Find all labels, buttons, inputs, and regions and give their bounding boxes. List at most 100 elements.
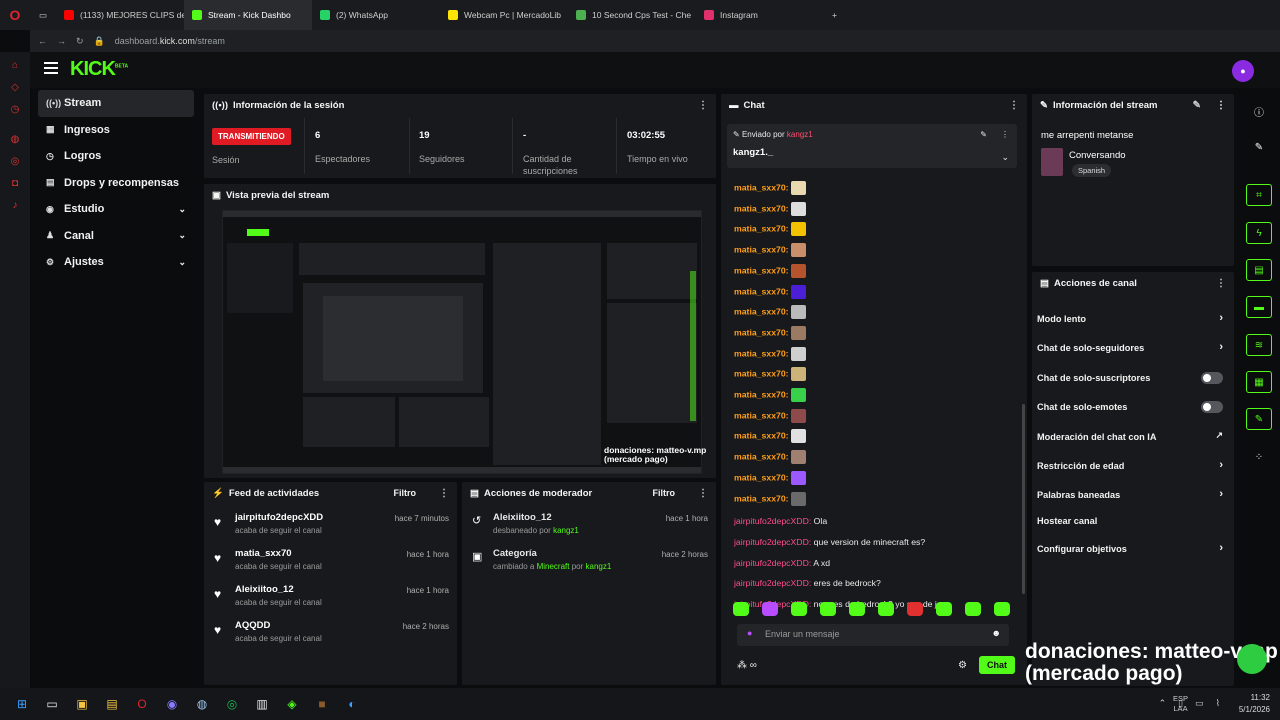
chat-username[interactable]: matia_sxx70:	[734, 244, 789, 254]
store-icon[interactable]: ▣	[68, 693, 96, 715]
tab-2[interactable]: (2) WhatsApp	[312, 0, 440, 30]
chat-username[interactable]: matia_sxx70:	[734, 348, 789, 358]
sidebar-item-stream[interactable]: ((•)) Stream	[38, 90, 194, 117]
more-icon[interactable]: ⋮	[1009, 100, 1019, 111]
bolt-icon[interactable]: ϟ	[1246, 222, 1272, 244]
chat-username[interactable]: matia_sxx70:	[734, 472, 789, 482]
sidebar-item-ajustes[interactable]: ⚙ Ajustes ⌄	[38, 249, 194, 276]
instagram-icon[interactable]: ◘	[0, 172, 30, 194]
pinned-message[interactable]: ✎ Enviado por kangz1 ✎ ⋮ kangz1._ ⌄	[727, 124, 1017, 168]
chat-message[interactable]: matia_sxx70:	[734, 367, 806, 382]
back-icon[interactable]: ←	[38, 36, 47, 46]
filter-button[interactable]: Filtro	[394, 488, 417, 498]
quick-emote-icon[interactable]	[849, 602, 865, 616]
quick-emote-icon[interactable]	[994, 602, 1010, 616]
obs-icon[interactable]: ◈	[278, 693, 306, 715]
quick-emote-icon[interactable]	[791, 602, 807, 616]
channel-action-4[interactable]: Moderación del chat con IA ↗	[1037, 430, 1227, 442]
chat-username[interactable]: matia_sxx70:	[734, 410, 789, 420]
home-icon[interactable]: ⌂	[0, 54, 30, 76]
sidebar-item-estudio[interactable]: ◉ Estudio ⌄	[38, 196, 194, 223]
quick-emote-icon[interactable]	[965, 602, 981, 616]
channel-action-0[interactable]: Modo lento ›	[1037, 312, 1227, 324]
chat-message[interactable]: jairpitufo2depcXDD: A xd	[734, 558, 830, 568]
quick-emote-icon[interactable]	[762, 602, 778, 616]
whatsapp-icon[interactable]: ◎	[0, 150, 30, 172]
chat-username[interactable]: matia_sxx70:	[734, 306, 789, 316]
tab-3[interactable]: Webcam Pc | MercadoLib	[440, 0, 568, 30]
chat-username[interactable]: jairpitufo2depcXDD:	[734, 558, 811, 568]
chat-message[interactable]: matia_sxx70:	[734, 305, 806, 320]
forward-icon[interactable]: →	[57, 36, 66, 46]
channel-action-6[interactable]: Palabras baneadas ›	[1037, 488, 1227, 500]
more-icon[interactable]: ⋮	[439, 488, 449, 499]
chat-message[interactable]: jairpitufo2depcXDD: Ola	[734, 516, 827, 526]
toggle-switch[interactable]	[1201, 371, 1223, 384]
channel-action-3[interactable]: Chat de solo-emotes	[1037, 401, 1227, 414]
history-icon[interactable]: ◷	[0, 98, 30, 120]
more-icon[interactable]: ⋮	[698, 488, 708, 499]
stream-preview-video[interactable]	[222, 210, 702, 474]
wrench-icon[interactable]: ✎	[1246, 408, 1272, 430]
more-icon[interactable]: ⋮	[698, 100, 708, 111]
chat-message[interactable]: jairpitufo2depcXDD: eres de bedrock?	[734, 578, 881, 588]
opera-logo-icon[interactable]: O	[0, 0, 30, 30]
document-icon[interactable]: ▤	[1246, 259, 1272, 281]
file-explorer-icon[interactable]: ▤	[98, 693, 126, 715]
chat-username[interactable]: matia_sxx70:	[734, 327, 789, 337]
list-item[interactable]: ↺ Aleixiitoo_12 desbaneado por kangz1 hace …	[462, 512, 716, 548]
sidebar-item-canal[interactable]: ♟ Canal ⌄	[38, 223, 194, 250]
channel-action-7[interactable]: Hostear canal	[1037, 516, 1227, 526]
steam-icon[interactable]: ◍	[188, 693, 216, 715]
system-tray[interactable]: ⌃ ▯ ▭ ⌇	[1159, 698, 1220, 709]
chat-username[interactable]: matia_sxx70:	[734, 451, 789, 461]
chat-message[interactable]: matia_sxx70:	[734, 181, 806, 195]
tab-switcher-icon[interactable]: ▭	[30, 0, 56, 30]
url-field[interactable]: dashboard.kick.com/stream	[115, 36, 225, 46]
quick-emote-icon[interactable]	[878, 602, 894, 616]
start-icon[interactable]: ⊞	[8, 693, 36, 715]
send-chat-button[interactable]: Chat	[979, 656, 1015, 674]
chat-username[interactable]: matia_sxx70:	[734, 203, 789, 213]
chat-message[interactable]: matia_sxx70:	[734, 408, 806, 423]
emoji-icon[interactable]: ☻	[992, 628, 1001, 638]
chat-username[interactable]: jairpitufo2depcXDD:	[734, 578, 811, 588]
messenger-icon[interactable]: ◍	[0, 128, 30, 150]
chat-username[interactable]: matia_sxx70:	[734, 182, 789, 192]
clip-icon[interactable]: ⌗	[1246, 184, 1272, 206]
channel-action-8[interactable]: Configurar objetivos ›	[1037, 542, 1227, 554]
sidebar-item-logros[interactable]: ◷ Logros	[38, 143, 194, 170]
chat-message[interactable]: matia_sxx70:	[734, 263, 806, 278]
app-icon[interactable]: ◐	[338, 693, 366, 715]
channel-action-2[interactable]: Chat de solo-suscriptores	[1037, 371, 1227, 384]
chat-username[interactable]: matia_sxx70:	[734, 493, 789, 503]
add-widget-icon[interactable]: ⁘	[1246, 446, 1272, 468]
channel-action-1[interactable]: Chat de solo-seguidores ›	[1037, 341, 1227, 353]
chat-input[interactable]: ● Enviar un mensaje ☻	[737, 624, 1009, 646]
chat-username[interactable]: matia_sxx70:	[734, 431, 789, 441]
more-icon[interactable]: ⋮	[1216, 278, 1226, 289]
chat-username[interactable]: matia_sxx70:	[734, 389, 789, 399]
chat-message[interactable]: matia_sxx70:	[734, 222, 806, 237]
clock[interactable]: 11:32 5/1/2026	[1239, 692, 1270, 716]
menu-icon[interactable]	[44, 62, 58, 74]
music-icon[interactable]: ♪	[0, 194, 30, 216]
avatar[interactable]: ●	[1232, 60, 1254, 82]
chat-username[interactable]: matia_sxx70:	[734, 286, 789, 296]
chat-username[interactable]: matia_sxx70:	[734, 265, 789, 275]
chat-message[interactable]: matia_sxx70:	[734, 388, 806, 402]
chevron-down-icon[interactable]: ⌄	[1001, 152, 1009, 163]
chat-message[interactable]: jairpitufo2depcXDD: que version de minec…	[734, 537, 925, 547]
reload-icon[interactable]: ↻	[76, 36, 84, 47]
tab-1[interactable]: Stream - Kick Dashbo	[184, 0, 312, 30]
chat-message[interactable]: matia_sxx70:	[734, 491, 806, 506]
chat-message[interactable]: matia_sxx70:	[734, 429, 806, 444]
kick-logo[interactable]: KICKBETA	[70, 58, 128, 81]
filter-button[interactable]: Filtro	[653, 488, 676, 498]
bookmark-icon[interactable]: ◇	[0, 76, 30, 98]
sidebar-item-drops-y-recompensas[interactable]: ▤ Drops y recompensas	[38, 170, 194, 197]
edit-icon[interactable]: ✎	[1246, 136, 1272, 158]
chat-bubble-icon[interactable]: ▬	[1246, 296, 1272, 318]
spotify-icon[interactable]: ◎	[218, 693, 246, 715]
broadcast-icon[interactable]: ≋	[1246, 334, 1272, 356]
